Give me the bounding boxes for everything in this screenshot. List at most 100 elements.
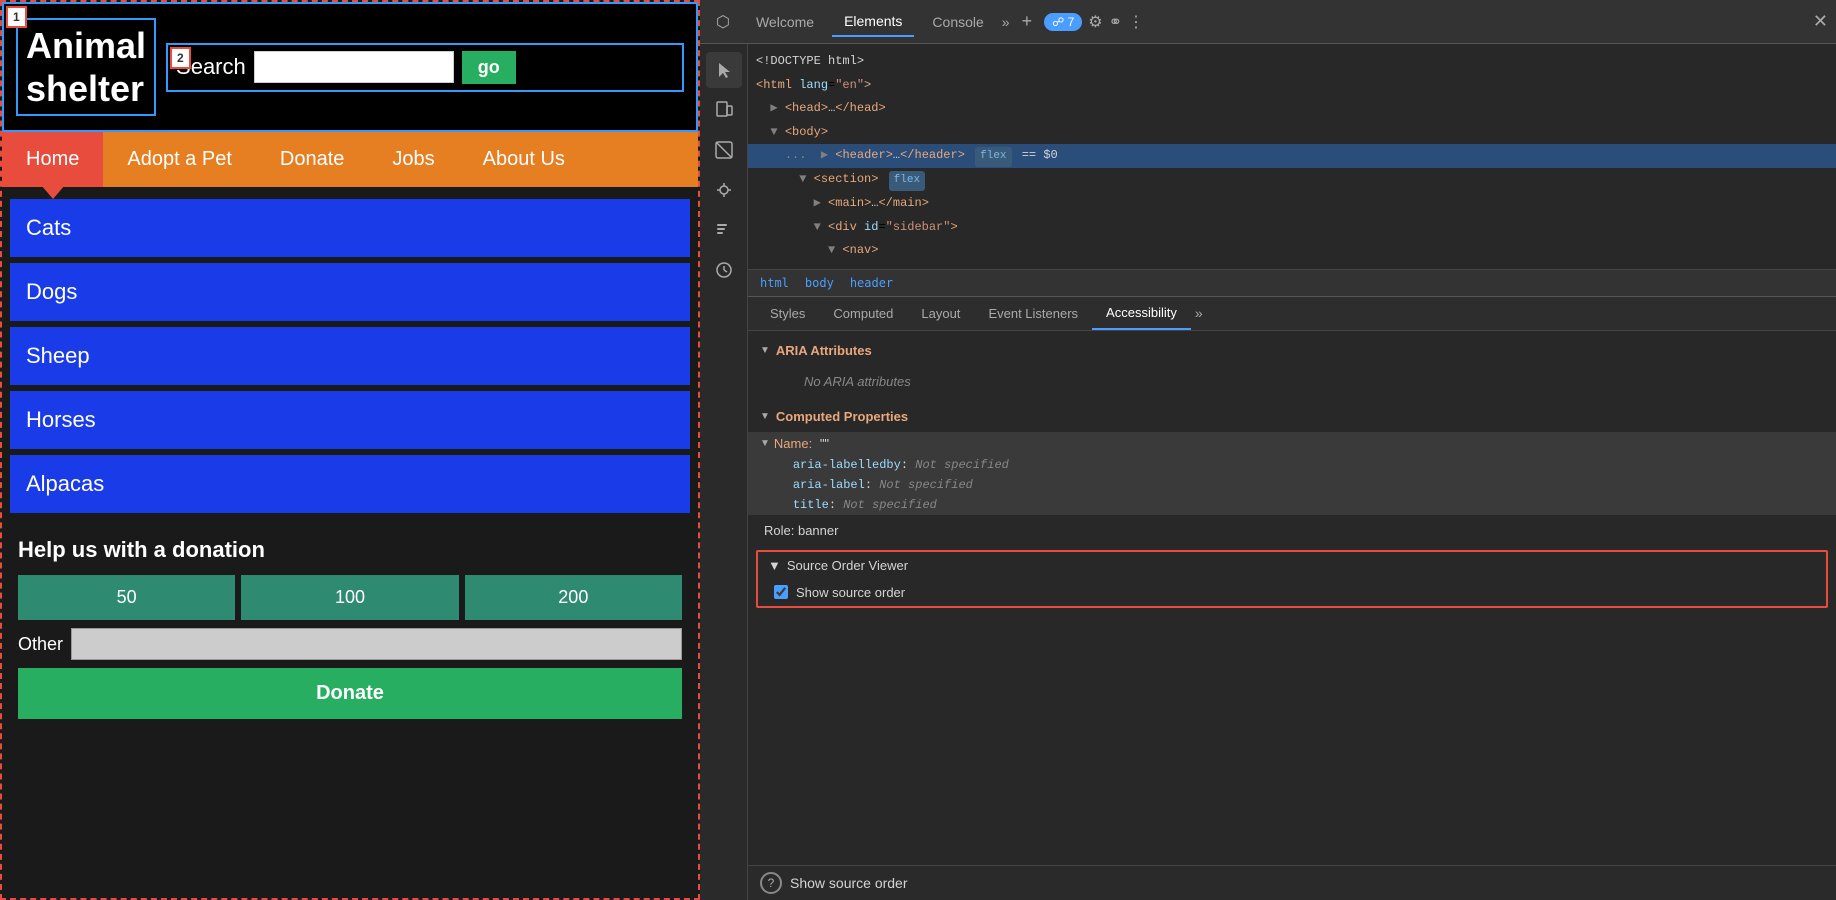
tree-html[interactable]: <html lang="en"> xyxy=(748,74,1836,98)
dt-person-icon[interactable]: ⚭ xyxy=(1109,12,1122,32)
breadcrumb-html[interactable]: html xyxy=(756,274,793,292)
tree-doctype: <!DOCTYPE html> xyxy=(748,50,1836,74)
donation-amounts: 50 100 200 xyxy=(18,575,682,620)
dt-bottom-bar: ? Show source order xyxy=(748,865,1836,900)
name-row[interactable]: ▼ Name: "" xyxy=(748,432,1836,455)
site-logo: 1 Animalshelter xyxy=(16,18,156,116)
tree-nav[interactable]: ▼ <nav> xyxy=(748,239,1836,263)
tree-body[interactable]: ▼ <body> xyxy=(748,121,1836,145)
breadcrumb-body[interactable]: body xyxy=(801,274,838,292)
animal-item-alpacas[interactable]: Alpacas xyxy=(10,455,690,513)
dt-close-button[interactable]: ✕ xyxy=(1813,11,1828,32)
animal-list: Cats Dogs Sheep Horses Alpacas xyxy=(2,187,698,525)
dt-sub-tab-more-icon[interactable]: » xyxy=(1195,305,1203,321)
animal-item-dogs[interactable]: Dogs xyxy=(10,263,690,321)
left-panel: 1 Animalshelter 2 Search go Home Adopt a… xyxy=(0,0,700,900)
amount-200-button[interactable]: 200 xyxy=(465,575,682,620)
dt-device-icon[interactable] xyxy=(706,92,742,128)
dt-sub-tabs: Styles Computed Layout Event Listeners A… xyxy=(748,297,1836,331)
computed-triangle-icon: ▼ xyxy=(760,411,770,422)
nav-item-jobs[interactable]: Jobs xyxy=(368,132,458,187)
show-source-text: Show source order xyxy=(790,875,908,891)
dt-overflow-icon[interactable]: ⋮ xyxy=(1128,12,1144,32)
computed-section-header[interactable]: ▼ Computed Properties xyxy=(748,405,1836,428)
donation-section: Help us with a donation 50 100 200 Other… xyxy=(2,525,698,731)
source-order-viewer-section: ▼ Source Order Viewer Show source order xyxy=(756,550,1828,608)
show-source-order-checkbox[interactable] xyxy=(774,585,788,599)
devtools-body: <!DOCTYPE html> <html lang="en"> ▶ <head… xyxy=(700,44,1836,900)
help-icon[interactable]: ? xyxy=(760,872,782,894)
dt-bug-icon[interactable] xyxy=(706,172,742,208)
dt-tab-layout[interactable]: Layout xyxy=(907,298,974,329)
dt-tab-styles[interactable]: Styles xyxy=(756,298,819,329)
cursor-icon[interactable]: ⬡ xyxy=(708,8,738,36)
aria-label-row: aria-label: Not specified xyxy=(748,475,1836,495)
sov-title: Source Order Viewer xyxy=(787,558,908,573)
dt-gear-icon[interactable]: ⚙ xyxy=(1088,12,1102,32)
animal-item-sheep[interactable]: Sheep xyxy=(10,327,690,385)
dt-more-tabs-icon[interactable]: » xyxy=(1002,14,1010,30)
donation-title: Help us with a donation xyxy=(18,537,682,563)
tree-div-sidebar[interactable]: ▼ <div id="sidebar"> xyxy=(748,216,1836,240)
computed-section: ▼ Computed Properties ▼ Name: "" aria-la… xyxy=(748,405,1836,542)
aria-section-header[interactable]: ▼ ARIA Attributes xyxy=(748,339,1836,362)
animal-item-horses[interactable]: Horses xyxy=(10,391,690,449)
tree-header[interactable]: ... ▶ <header>…</header> flex == $0 xyxy=(748,144,1836,168)
tree-head[interactable]: ▶ <head>…</head> xyxy=(748,97,1836,121)
dt-left-icons xyxy=(700,44,748,900)
show-source-order-label: Show source order xyxy=(796,585,905,600)
sov-triangle-icon: ▼ xyxy=(768,558,781,573)
dt-paint-icon[interactable] xyxy=(706,212,742,248)
site-header: 1 Animalshelter 2 Search go xyxy=(2,2,698,132)
dt-inspect-icon[interactable] xyxy=(706,52,742,88)
site-nav: Home Adopt a Pet Donate Jobs About Us xyxy=(2,132,698,187)
title-row: title: Not specified xyxy=(748,495,1836,515)
search-input[interactable] xyxy=(254,51,454,83)
dt-clock-icon[interactable] xyxy=(706,252,742,288)
html-tree: <!DOCTYPE html> <html lang="en"> ▶ <head… xyxy=(748,44,1836,270)
role-row: Role: banner xyxy=(748,519,1836,542)
sov-content: Show source order xyxy=(758,579,1826,606)
dt-tab-welcome[interactable]: Welcome xyxy=(744,8,826,36)
nav-item-about[interactable]: About Us xyxy=(459,132,589,187)
dt-tab-computed[interactable]: Computed xyxy=(819,298,907,329)
dt-tab-accessibility[interactable]: Accessibility xyxy=(1092,297,1191,330)
tree-section[interactable]: ▼ <section> flex xyxy=(748,168,1836,192)
name-value: "" xyxy=(820,436,829,451)
other-amount-input[interactable] xyxy=(71,628,682,660)
sov-header[interactable]: ▼ Source Order Viewer xyxy=(758,552,1826,579)
dt-message-badge: ☍ 7 xyxy=(1044,13,1082,31)
dt-main: <!DOCTYPE html> <html lang="en"> ▶ <head… xyxy=(748,44,1836,900)
order-badge-1: 1 xyxy=(6,6,27,28)
dt-breadcrumb: html body header xyxy=(748,270,1836,297)
breadcrumb-header[interactable]: header xyxy=(846,274,897,292)
animal-item-cats[interactable]: Cats xyxy=(10,199,690,257)
name-key-label: Name: xyxy=(774,436,816,451)
dt-tab-event-listeners[interactable]: Event Listeners xyxy=(974,298,1092,329)
dt-tab-elements[interactable]: Elements xyxy=(832,7,914,37)
devtools-panel: ⬡ Welcome Elements Console » + ☍ 7 ⚙ ⚭ ⋮… xyxy=(700,0,1836,900)
accessibility-content: ▼ ARIA Attributes No ARIA attributes ▼ C… xyxy=(748,331,1836,865)
other-label: Other xyxy=(18,634,63,655)
other-row: Other xyxy=(18,628,682,660)
computed-section-title: Computed Properties xyxy=(776,409,908,424)
aria-section-content: No ARIA attributes xyxy=(748,362,1836,401)
devtools-toolbar: ⬡ Welcome Elements Console » + ☍ 7 ⚙ ⚭ ⋮… xyxy=(700,0,1836,44)
dt-new-tab-icon[interactable]: + xyxy=(1016,11,1039,32)
nav-item-home[interactable]: Home xyxy=(2,132,103,187)
search-box: 2 Search go xyxy=(166,43,684,92)
tree-main[interactable]: ▶ <main>…</main> xyxy=(748,192,1836,216)
donate-button[interactable]: Donate xyxy=(18,668,682,719)
order-badge-2: 2 xyxy=(170,47,191,69)
amount-100-button[interactable]: 100 xyxy=(241,575,458,620)
no-aria-text: No ARIA attributes xyxy=(772,366,1812,397)
go-button[interactable]: go xyxy=(462,51,516,84)
amount-50-button[interactable]: 50 xyxy=(18,575,235,620)
nav-item-adopt[interactable]: Adopt a Pet xyxy=(103,132,256,187)
aria-labelledby-row: aria-labelledby: Not specified xyxy=(748,455,1836,475)
aria-triangle-icon: ▼ xyxy=(760,345,770,356)
nav-item-donate[interactable]: Donate xyxy=(256,132,369,187)
name-triangle-icon: ▼ xyxy=(760,438,770,449)
dt-tab-console[interactable]: Console xyxy=(920,8,995,36)
dt-no-image-icon[interactable] xyxy=(706,132,742,168)
